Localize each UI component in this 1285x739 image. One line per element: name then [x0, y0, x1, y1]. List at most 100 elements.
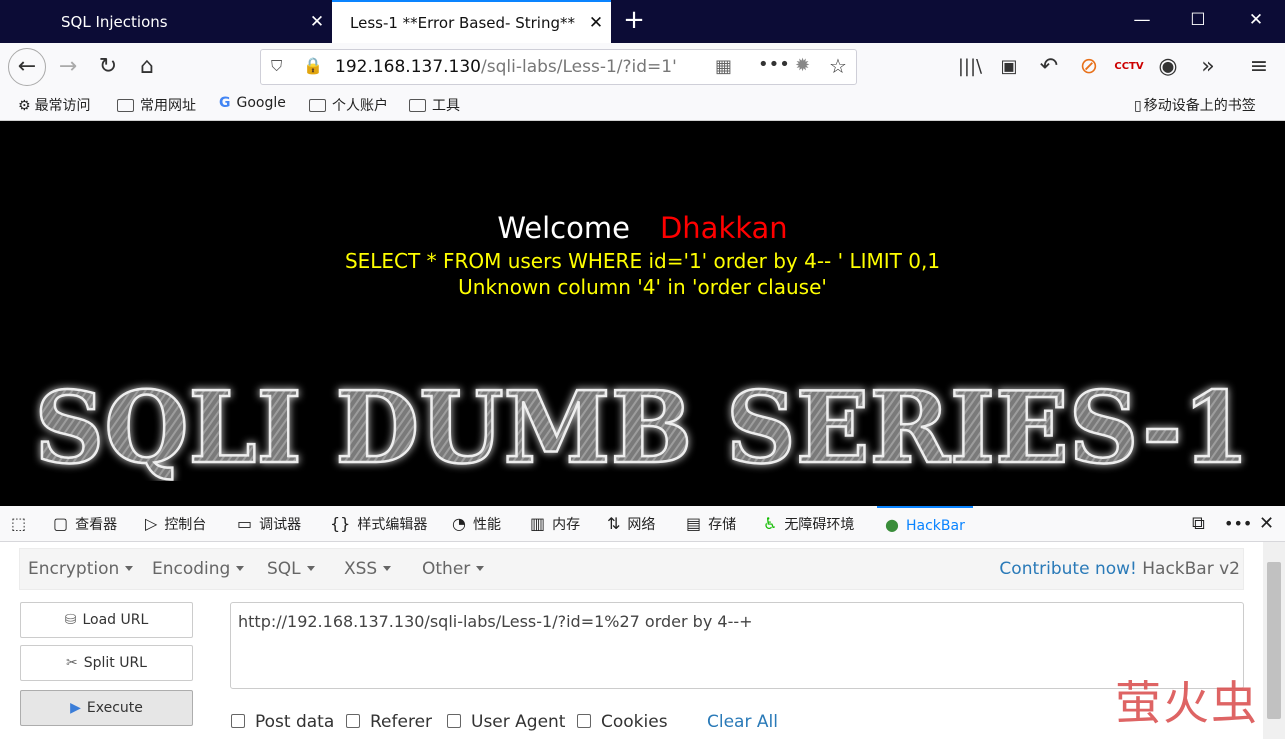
folder-icon	[117, 99, 134, 112]
element-picker-icon[interactable]: ⬚	[11, 506, 33, 542]
home-button[interactable]: ⌂	[129, 49, 165, 85]
new-tab-button[interactable]: +	[618, 4, 650, 38]
caret-down-icon	[125, 566, 134, 571]
bookmarks-bar: ⚙ 最常访问 常用网址 G Google 个人账户 工具 ▯ 移动设备上的书签	[0, 91, 1285, 121]
devtools-tab-debugger[interactable]: ▭ 调试器	[237, 506, 301, 542]
network-arrows-icon: ⇅	[607, 514, 621, 533]
bookmark-personal-account[interactable]: 个人账户	[309, 95, 388, 115]
checkbox-box[interactable]	[346, 714, 360, 728]
welcome-text: Welcome	[497, 211, 630, 245]
checkbox-box[interactable]	[231, 714, 245, 728]
cookies-checkbox[interactable]: Cookies	[577, 712, 668, 732]
contribute-link[interactable]: Contribute now! HackBar v2	[999, 559, 1240, 579]
addon-block-icon[interactable]: ⊘	[1071, 49, 1107, 85]
qr-code-icon[interactable]: ▦	[715, 56, 732, 77]
close-window-button[interactable]: ✕	[1228, 0, 1284, 43]
memory-icon: ▥	[530, 514, 546, 533]
back-button[interactable]: ←	[8, 48, 46, 86]
url-path: /sqli-labs/Less-1/?id=1' o	[481, 57, 682, 77]
gauge-icon: ◔	[452, 514, 466, 533]
bookmark-common-sites[interactable]: 常用网址	[117, 95, 196, 115]
devtools-tab-performance[interactable]: ◔ 性能	[452, 506, 501, 542]
close-tab-icon[interactable]: ✕	[581, 13, 611, 33]
address-bar[interactable]: ⛉ 🔒 192.168.137.130/sqli-labs/Less-1/?id…	[260, 49, 857, 85]
devtools-tab-inspector[interactable]: ▢ 查看器	[53, 506, 117, 542]
play-icon: ▶	[70, 700, 81, 716]
menu-sql[interactable]: SQL	[267, 559, 315, 579]
hamburger-menu-icon[interactable]: ≡	[1241, 49, 1277, 85]
clear-all-link[interactable]: Clear All	[707, 712, 778, 732]
caret-down-icon	[236, 566, 245, 571]
bookmark-tools[interactable]: 工具	[409, 95, 460, 115]
overflow-chevron-icon[interactable]: »	[1190, 49, 1226, 85]
banner-text: SQLI DUMB SERIES-1	[35, 376, 1250, 481]
referer-checkbox[interactable]: Referer	[346, 712, 432, 732]
dock-side-icon[interactable]: ⧉	[1192, 506, 1205, 542]
tab-less-1[interactable]: Less-1 **Error Based- String** ✕	[332, 0, 611, 43]
devtools-tab-accessibility[interactable]: ♿ 无障碍环境	[763, 506, 854, 542]
close-tab-icon[interactable]: ✕	[302, 12, 332, 32]
devtools-tab-network[interactable]: ⇅ 网络	[607, 506, 655, 542]
devtools-tab-style-editor[interactable]: {} 样式编辑器	[330, 506, 427, 542]
maximize-button[interactable]: ☐	[1170, 0, 1226, 43]
checkbox-box[interactable]	[577, 714, 591, 728]
bookmark-mobile[interactable]: ▯ 移动设备上的书签	[1134, 95, 1256, 115]
account-icon[interactable]: ◉	[1150, 49, 1186, 85]
devtools-tab-memory[interactable]: ▥ 内存	[530, 506, 580, 542]
user-agent-checkbox[interactable]: User Agent	[447, 712, 565, 732]
sqli-dumb-series-banner: SQLI DUMB SERIES-1	[33, 376, 1251, 481]
devtools-tab-console[interactable]: ▷ 控制台	[145, 506, 206, 542]
nav-toolbar: ← → ↻ ⌂ ⛉ 🔒 192.168.137.130/sqli-labs/Le…	[0, 43, 1285, 91]
gear-icon: ⚙	[18, 98, 31, 114]
sql-query-text: SELECT * FROM users WHERE id='1' order b…	[344, 249, 941, 273]
scissors-icon: ✂	[65, 655, 78, 671]
reload-button[interactable]: ↻	[90, 49, 126, 85]
devtools-tab-hackbar[interactable]: ● HackBar	[877, 506, 973, 542]
url-text[interactable]: 192.168.137.130/sqli-labs/Less-1/?id=1' …	[335, 50, 682, 84]
sql-error-text: Unknown column '4' in 'order clause'	[458, 275, 827, 299]
minimize-button[interactable]: —	[1114, 0, 1170, 43]
sidebar-icon[interactable]: ▣	[991, 49, 1027, 85]
menu-encryption[interactable]: Encryption	[28, 559, 134, 579]
hackbar-scrollbar[interactable]	[1263, 542, 1285, 739]
hackbar-url-input[interactable]: http://192.168.137.130/sqli-labs/Less-1/…	[230, 602, 1244, 689]
bug-icon[interactable]: ✹	[795, 55, 810, 76]
scrollbar-thumb[interactable]	[1267, 562, 1281, 719]
watermark: 萤火虫	[1115, 676, 1259, 730]
url-host: 192.168.137.130	[335, 57, 482, 77]
insecure-lock-icon[interactable]: 🔒	[303, 56, 323, 75]
welcome-line: Welcome Dhakkan	[0, 211, 1285, 245]
execute-button[interactable]: ▶ Execute	[20, 690, 193, 726]
hackbar-icon: ●	[885, 515, 899, 534]
shield-icon[interactable]: ⛉	[271, 57, 282, 75]
menu-encoding[interactable]: Encoding	[152, 559, 245, 579]
undo-icon[interactable]: ↶	[1031, 49, 1067, 85]
inspector-icon: ▢	[53, 514, 69, 533]
library-icon[interactable]: |||\	[952, 49, 988, 85]
bookmark-most-visited[interactable]: ⚙ 最常访问	[18, 95, 91, 115]
menu-xss[interactable]: XSS	[344, 559, 392, 579]
console-icon: ▷	[145, 514, 158, 533]
storage-icon: ▤	[686, 514, 702, 533]
caret-down-icon	[383, 566, 392, 571]
folder-icon	[309, 99, 326, 112]
tab-sql-injections[interactable]: SQL Injections ✕	[43, 0, 332, 43]
accessibility-icon: ♿	[763, 514, 778, 533]
split-url-button[interactable]: ✂ Split URL	[20, 645, 193, 681]
hackbar-version: HackBar v2	[1142, 559, 1240, 579]
contribute-label: Contribute now!	[999, 559, 1137, 579]
bookmark-google[interactable]: G Google	[219, 95, 286, 111]
devtools-tab-storage[interactable]: ▤ 存储	[686, 506, 736, 542]
checkbox-box[interactable]	[447, 714, 461, 728]
tab-bar: SQL Injections ✕ Less-1 **Error Based- S…	[0, 0, 1285, 43]
menu-other[interactable]: Other	[422, 559, 485, 579]
devtools-more-icon[interactable]: •••	[1224, 506, 1252, 542]
debugger-icon: ▭	[237, 514, 253, 533]
bookmark-star-icon[interactable]: ☆	[829, 54, 847, 78]
load-url-button[interactable]: ⛁ Load URL	[20, 602, 193, 638]
post-data-checkbox[interactable]: Post data	[231, 712, 334, 732]
devtools-close-icon[interactable]: ✕	[1259, 506, 1274, 542]
page-actions-icon[interactable]: •••	[758, 54, 790, 75]
forward-button[interactable]: →	[50, 49, 86, 85]
cctv-icon[interactable]: CCTV	[1111, 49, 1147, 85]
